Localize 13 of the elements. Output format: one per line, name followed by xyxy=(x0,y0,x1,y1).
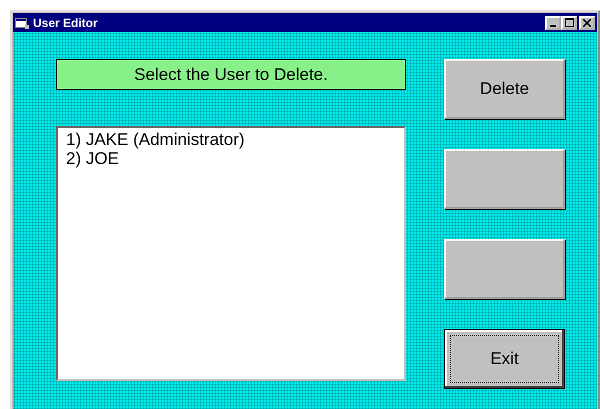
close-button[interactable] xyxy=(579,16,595,30)
list-item[interactable]: 1) JAKE (Administrator) xyxy=(66,130,396,149)
action-button[interactable]: Exit xyxy=(444,329,565,389)
action-button[interactable]: Delete xyxy=(444,59,565,119)
maximize-icon xyxy=(564,18,574,27)
list-item[interactable]: 2) JOE xyxy=(66,149,396,168)
instruction-label: Select the User to Delete. xyxy=(56,59,406,90)
user-list[interactable]: 1) JAKE (Administrator) 2) JOE xyxy=(56,126,406,381)
window-title: User Editor xyxy=(33,16,99,30)
minimize-button[interactable] xyxy=(545,16,561,30)
maximize-button[interactable] xyxy=(561,16,577,30)
minimize-icon xyxy=(550,24,556,26)
close-icon xyxy=(583,18,591,26)
